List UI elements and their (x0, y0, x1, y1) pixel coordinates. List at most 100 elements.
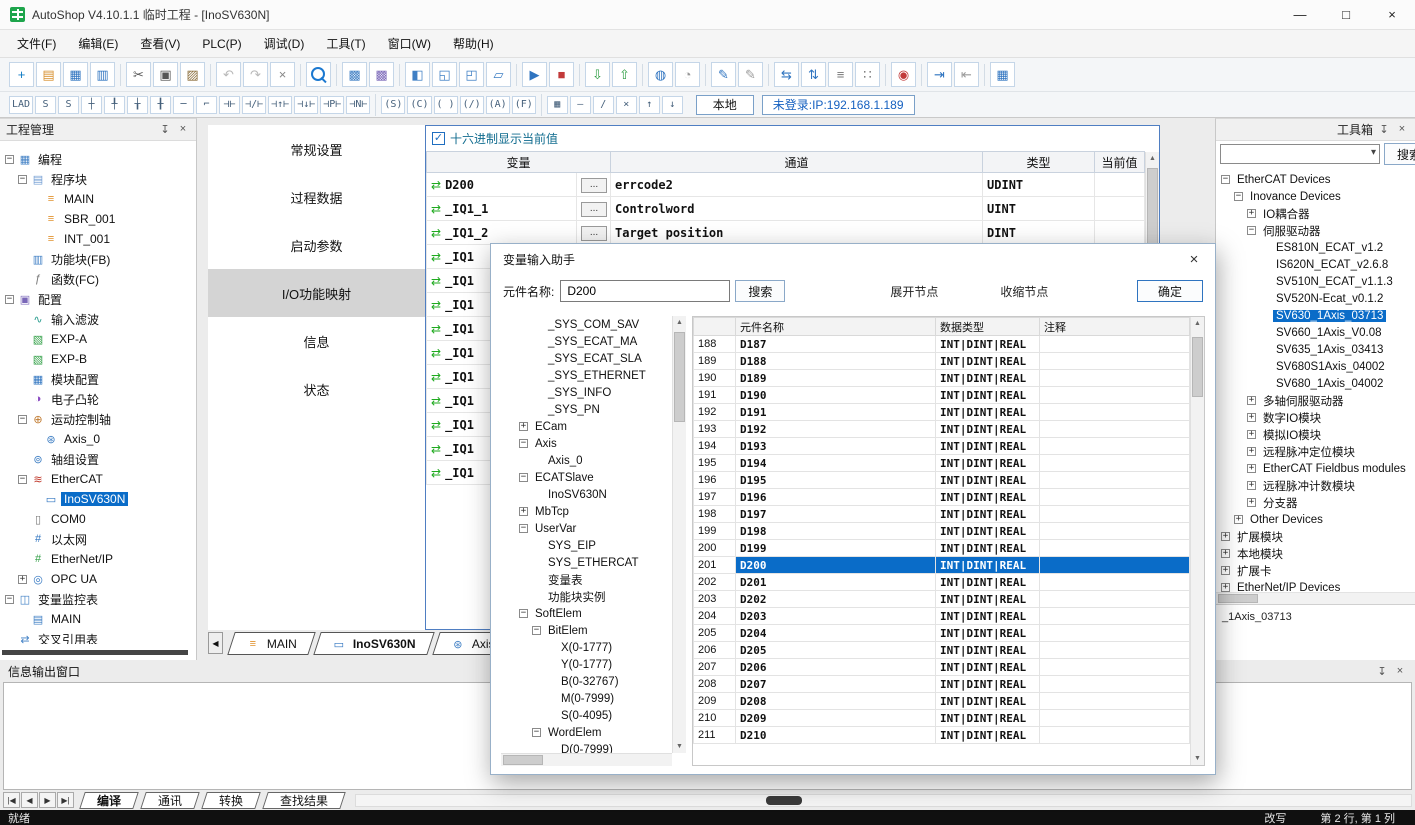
table-vscrollbar[interactable] (1190, 317, 1204, 765)
tree-vscrollbar[interactable] (672, 316, 686, 753)
collapse-nodes-button[interactable]: 收缩节点 (1000, 283, 1048, 300)
tree-item[interactable]: SV680_1Axis_04002 (1216, 375, 1415, 392)
tree-item[interactable]: IS620N_ECAT_v2.6.8 (1216, 256, 1415, 273)
tree-item[interactable]: −Axis (501, 435, 672, 452)
corner-tool-icon[interactable]: ⌐ (196, 96, 217, 114)
collapse-toggle-icon[interactable]: − (519, 473, 528, 482)
tree-item[interactable]: ≡MAIN (0, 189, 196, 209)
element-row[interactable]: 195D194INT|DINT|REAL (694, 455, 1190, 472)
tree-item[interactable]: M(0-7999) (501, 690, 672, 707)
menu-item[interactable]: PLC(P) (191, 30, 252, 57)
tree-item[interactable]: ≡SBR_001 (0, 209, 196, 229)
hex-display-checkbox[interactable] (432, 132, 445, 145)
contact-open-icon[interactable]: ⊣⊢ (219, 96, 240, 114)
tree-item[interactable]: +扩展模块 (1216, 528, 1415, 545)
tree-item[interactable]: #EtherNet/IP (0, 549, 196, 569)
compile-icon[interactable]: ▩ (342, 62, 367, 87)
menu-item[interactable]: 调试(D) (253, 30, 316, 57)
tree-item[interactable]: −UserVar (501, 520, 672, 537)
new-window-icon[interactable]: ◧ (405, 62, 430, 87)
menu-item[interactable]: 帮助(H) (442, 30, 505, 57)
expand-toggle-icon[interactable]: + (1247, 464, 1256, 473)
collapse-toggle-icon[interactable]: − (519, 609, 528, 618)
cascade-windows-icon[interactable]: ◱ (432, 62, 457, 87)
tree-item[interactable]: _SYS_ECAT_SLA (501, 350, 672, 367)
io-mapping-row[interactable]: ⇄_IQ1_1...ControlwordUINT (427, 197, 1145, 221)
maximize-button[interactable]: □ (1323, 0, 1369, 29)
expand-toggle-icon[interactable]: + (1247, 209, 1256, 218)
ladder-editor-icon[interactable]: LAD (9, 96, 33, 114)
tree-item[interactable]: SV510N_ECAT_v1.1.3 (1216, 273, 1415, 290)
menu-item[interactable]: 工具(T) (315, 30, 376, 57)
tree-item[interactable]: ES810N_ECAT_v1.2 (1216, 239, 1415, 256)
tree-item[interactable]: −◫变量监控表 (0, 589, 196, 609)
compare-icon[interactable]: ⇆ (774, 62, 799, 87)
align-vertical-icon[interactable]: ∷ (855, 62, 880, 87)
contact-falling-icon[interactable]: ⊣↓⊢ (294, 96, 318, 114)
element-row[interactable]: 210D209INT|DINT|REAL (694, 710, 1190, 727)
scroll-thumb[interactable] (1192, 337, 1203, 397)
stop-icon[interactable]: ■ (549, 62, 574, 87)
tree-hscrollbar[interactable] (501, 753, 672, 766)
dialog-close-button[interactable]: × (1173, 244, 1215, 274)
tree-item[interactable]: _SYS_ECAT_MA (501, 333, 672, 350)
close-icon[interactable] (176, 123, 190, 136)
device-filter-select[interactable] (1220, 144, 1380, 164)
branch-down-icon[interactable]: ╁ (127, 96, 148, 114)
expand-nodes-button[interactable]: 展开节点 (890, 283, 938, 300)
tree-item[interactable]: −≋EtherCAT (0, 469, 196, 489)
coil-set-icon[interactable]: (S) (381, 96, 405, 114)
page-setup-icon[interactable]: ▱ (486, 62, 511, 87)
redo-icon[interactable]: ↷ (243, 62, 268, 87)
toolbox-hscrollbar[interactable] (1216, 592, 1415, 604)
tree-item[interactable]: −BitElem (501, 622, 672, 639)
element-row[interactable]: 203D202INT|DINT|REAL (694, 591, 1190, 608)
minimize-button[interactable]: — (1277, 0, 1323, 29)
cut-icon[interactable]: ✂ (126, 62, 151, 87)
coil-not-icon[interactable]: (/) (460, 96, 484, 114)
tree-item[interactable]: SYS_ETHERCAT (501, 554, 672, 571)
horizontal-bar-icon[interactable]: — (570, 96, 591, 114)
scroll-thumb[interactable] (1147, 168, 1158, 248)
sfc-step-icon[interactable]: S (35, 96, 56, 114)
move-up-icon[interactable]: ↑ (639, 96, 660, 114)
undo-icon[interactable]: ↶ (216, 62, 241, 87)
settings-tab[interactable]: 信息 (208, 317, 425, 365)
tree-item[interactable]: −伺服驱动器 (1216, 222, 1415, 239)
tree-item[interactable]: SV680S1Axis_04002 (1216, 358, 1415, 375)
grid-display-icon[interactable]: ▦ (547, 96, 568, 114)
tree-item[interactable]: #以太网 (0, 529, 196, 549)
element-row[interactable]: 202D201INT|DINT|REAL (694, 574, 1190, 591)
element-row[interactable]: 190D189INT|DINT|REAL (694, 370, 1190, 387)
tree-item[interactable]: SV635_1Axis_03413 (1216, 341, 1415, 358)
prev-page-button[interactable]: ◀ (21, 792, 38, 808)
expand-toggle-icon[interactable]: + (1221, 583, 1230, 592)
element-row[interactable]: 206D205INT|DINT|REAL (694, 642, 1190, 659)
copy-icon[interactable]: ▣ (153, 62, 178, 87)
element-row[interactable]: 208D207INT|DINT|REAL (694, 676, 1190, 693)
tree-item[interactable]: 功能块实例 (501, 588, 672, 605)
element-row[interactable]: 199D198INT|DINT|REAL (694, 523, 1190, 540)
data-monitor-table-icon[interactable]: ▦ (990, 62, 1015, 87)
collapse-toggle-icon[interactable]: − (5, 295, 14, 304)
browse-button[interactable]: ... (581, 226, 607, 241)
tree-item[interactable]: +◎OPC UA (0, 569, 196, 589)
element-row[interactable]: 193D192INT|DINT|REAL (694, 421, 1190, 438)
function-instruction-icon[interactable]: (F) (512, 96, 536, 114)
scroll-up-icon[interactable] (1191, 317, 1204, 330)
page-preview-icon[interactable]: ◰ (459, 62, 484, 87)
tree-item[interactable]: ∿输入滤波 (0, 309, 196, 329)
collapse-toggle-icon[interactable]: − (5, 155, 14, 164)
expand-toggle-icon[interactable]: + (1247, 430, 1256, 439)
expand-toggle-icon[interactable]: + (519, 507, 528, 516)
collapse-toggle-icon[interactable]: − (5, 595, 14, 604)
print-icon[interactable]: ▥ (90, 62, 115, 87)
run-icon[interactable]: ▶ (522, 62, 547, 87)
tree-item[interactable]: +扩展卡 (1216, 562, 1415, 579)
tree-item[interactable]: ▥功能块(FB) (0, 249, 196, 269)
element-row[interactable]: 201D200INT|DINT|REAL (694, 557, 1190, 574)
element-row[interactable]: 207D206INT|DINT|REAL (694, 659, 1190, 676)
expand-toggle-icon[interactable]: + (1247, 481, 1256, 490)
collapse-toggle-icon[interactable]: − (1234, 192, 1243, 201)
tab-scroll-left-button[interactable] (208, 632, 223, 654)
